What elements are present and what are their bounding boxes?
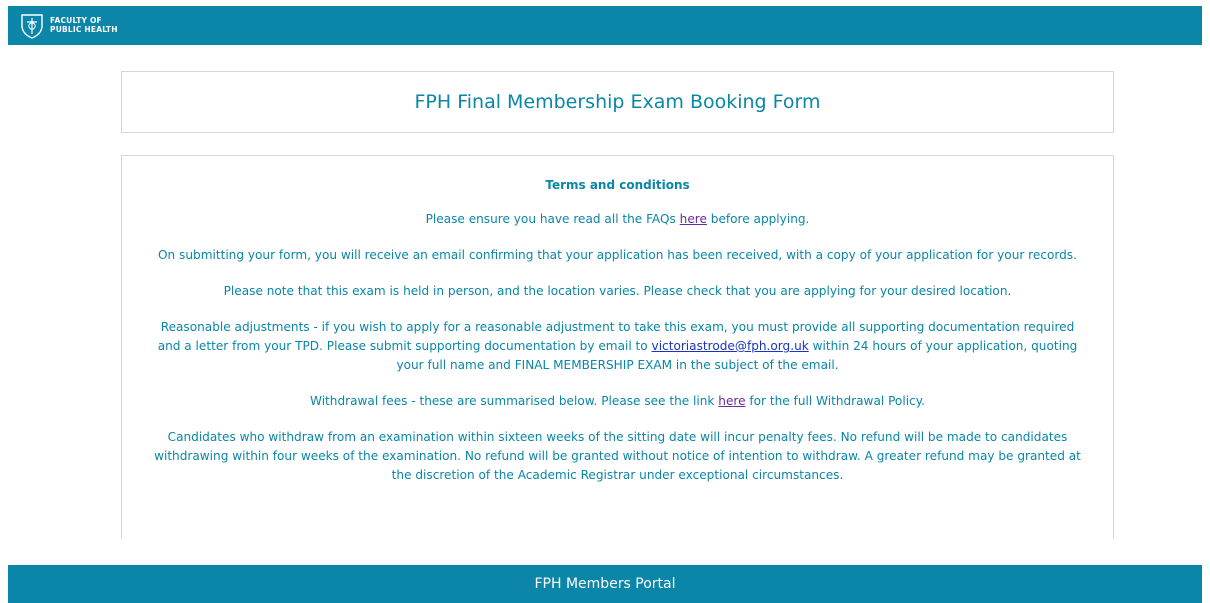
- crest-icon: [21, 13, 43, 39]
- terms-card[interactable]: Terms and conditions Please ensure you h…: [121, 155, 1114, 539]
- fph-logo[interactable]: FACULTY OF PUBLIC HEALTH: [20, 13, 118, 39]
- faq-here-link[interactable]: here: [680, 212, 707, 226]
- withdrawal-policy-link[interactable]: here: [718, 394, 745, 408]
- faq-text-before: Please ensure you have read all the FAQs: [425, 212, 680, 226]
- terms-content: Terms and conditions Please ensure you h…: [122, 156, 1113, 485]
- withdrawal-text-before: Withdrawal fees - these are summarised b…: [310, 394, 719, 408]
- members-portal-footer[interactable]: FPH Members Portal: [8, 565, 1202, 603]
- footer-label: FPH Members Portal: [534, 576, 676, 592]
- logo-line-2: PUBLIC HEALTH: [50, 24, 118, 34]
- terms-heading: Terms and conditions: [545, 178, 690, 192]
- withdrawal-paragraph: Withdrawal fees - these are summarised b…: [148, 392, 1087, 411]
- withdrawal-text-after: for the full Withdrawal Policy.: [745, 394, 925, 408]
- location-paragraph: Please note that this exam is held in pe…: [223, 284, 1012, 298]
- submit-paragraph: On submitting your form, you will receiv…: [158, 248, 1077, 262]
- faq-paragraph: Please ensure you have read all the FAQs…: [148, 210, 1087, 229]
- penalty-paragraph: Candidates who withdraw from an examinat…: [154, 430, 1081, 482]
- faq-text-after: before applying.: [706, 212, 810, 226]
- logo-wordmark: FACULTY OF PUBLIC HEALTH: [50, 16, 118, 34]
- top-header-bar: FACULTY OF PUBLIC HEALTH: [8, 6, 1202, 45]
- form-title-card: FPH Final Membership Exam Booking Form: [121, 71, 1114, 133]
- email-link[interactable]: victoriastrode@fph.org.uk: [652, 339, 809, 353]
- adjustments-paragraph: Reasonable adjustments - if you wish to …: [148, 318, 1087, 375]
- page-title: FPH Final Membership Exam Booking Form: [414, 91, 821, 113]
